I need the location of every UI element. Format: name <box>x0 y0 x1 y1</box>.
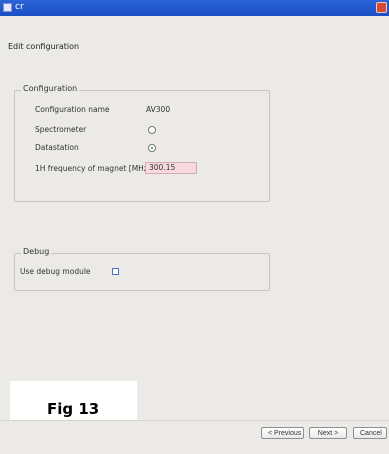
use-debug-module-checkbox[interactable] <box>112 268 119 275</box>
magnet-frequency-label: 1H frequency of magnet [MHz] <box>35 164 151 173</box>
app-icon <box>3 3 12 12</box>
configuration-name-value: AV300 <box>146 105 171 114</box>
dialog-content: Edit configuration Configuration Configu… <box>0 16 389 428</box>
previous-button[interactable]: < Previous <box>261 427 304 439</box>
button-bar: < Previous Next > Cancel <box>0 420 389 454</box>
spectrometer-label: Spectrometer <box>35 125 87 134</box>
debug-legend: Debug <box>21 247 52 256</box>
configuration-name-label: Configuration name <box>35 105 110 114</box>
debug-group: Debug Use debug module <box>14 247 270 291</box>
spectrometer-radio[interactable] <box>148 126 156 134</box>
app-window: cr Edit configuration Configuration Conf… <box>0 0 389 454</box>
configuration-group: Configuration Configuration name AV300 S… <box>14 84 270 202</box>
magnet-frequency-field[interactable]: 300.15 <box>145 162 197 174</box>
cancel-button[interactable]: Cancel <box>353 427 387 439</box>
datastation-label: Datastation <box>35 143 79 152</box>
configuration-legend: Configuration <box>21 84 80 93</box>
page-title: Edit configuration <box>8 42 80 51</box>
figure-label: Fig 13 <box>47 400 100 418</box>
title-bar: cr <box>0 0 389 16</box>
next-button[interactable]: Next > <box>309 427 347 439</box>
use-debug-module-label: Use debug module <box>20 267 91 276</box>
window-title: cr <box>15 2 24 12</box>
datastation-radio[interactable] <box>148 144 156 152</box>
close-button[interactable] <box>376 2 387 13</box>
